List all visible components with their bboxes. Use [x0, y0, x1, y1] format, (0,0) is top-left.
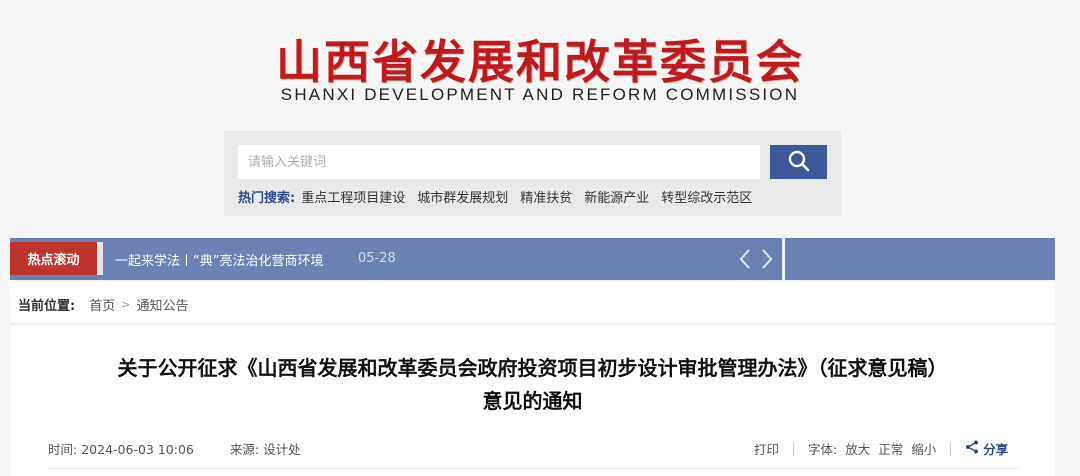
breadcrumb-current[interactable]: 通知公告 [136, 295, 188, 314]
article-source: 来源: 设计处 [230, 442, 317, 457]
chevron-left-icon[interactable] [738, 248, 752, 270]
ticker-divider [782, 238, 785, 280]
breadcrumb-bar: 当前位置: 首页 > 通知公告 [10, 282, 1055, 324]
ticker-date: 05-28 [358, 251, 396, 266]
chevron-right-icon[interactable] [760, 248, 774, 270]
font-large-button[interactable]: 放大 [845, 439, 870, 458]
breadcrumb-label: 当前位置: [18, 299, 76, 314]
breadcrumb-separator: > [121, 298, 131, 311]
time-value: 2024-06-03 10:06 [81, 442, 194, 457]
news-ticker: 热点滚动 一起来学法丨“典”亮法治化营商环境 05-28 [10, 238, 1055, 280]
search-input[interactable] [238, 145, 760, 179]
source-label: 来源: [229, 442, 260, 457]
print-button[interactable]: 打印 [754, 439, 779, 458]
breadcrumb: 当前位置: 首页 > 通知公告 [18, 295, 188, 314]
font-normal-button[interactable]: 正常 [878, 439, 903, 458]
hot-search-term[interactable]: 城市群发展规划 [417, 187, 508, 206]
meta-divider [48, 468, 1018, 469]
source-value: 设计处 [263, 442, 301, 457]
hot-search-term[interactable]: 转型综改示范区 [661, 187, 752, 206]
hot-search-term[interactable]: 精准扶贫 [520, 187, 572, 206]
tools-separator [950, 441, 952, 456]
search-button[interactable] [770, 145, 827, 179]
site-logo-title[interactable]: 山西省发展和改革委员会 [0, 26, 1080, 92]
share-icon [965, 440, 979, 457]
article-title: 关于公开征求《山西省发展和改革委员会政府投资项目初步设计审批管理办法》（征求意见… [30, 352, 1035, 418]
article-tools: 打印 字体: 放大 正常 缩小 分享 [754, 439, 1008, 458]
site-header: 山西省发展和改革委员会 SHANXI DEVELOPMENT AND REFOR… [0, 0, 1080, 240]
ticker-label: 热点滚动 [10, 242, 103, 275]
publish-time: 时间: 2024-06-03 10:06 [48, 442, 210, 457]
font-small-button[interactable]: 缩小 [911, 439, 936, 458]
article-title-line2: 意见的通知 [482, 389, 583, 413]
article-panel: 关于公开征求《山西省发展和改革委员会政府投资项目初步设计审批管理办法》（征求意见… [10, 326, 1055, 476]
share-label: 分享 [983, 442, 1009, 457]
share-button[interactable]: 分享 [965, 439, 1008, 458]
font-size-label: 字体: [808, 442, 838, 457]
hot-search-list: 热门搜索: 重点工程项目建设 城市群发展规划 精准扶贫 新能源产业 转型综改示范… [238, 187, 752, 206]
tools-separator [793, 441, 795, 456]
article-meta: 时间: 2024-06-03 10:06 来源: 设计处 [48, 439, 333, 458]
time-label: 时间: [48, 442, 78, 457]
ticker-headline[interactable]: 一起来学法丨“典”亮法治化营商环境 [115, 250, 323, 269]
hot-search-term[interactable]: 重点工程项目建设 [301, 187, 405, 206]
site-logo-subtitle: SHANXI DEVELOPMENT AND REFORM COMMISSION [280, 85, 800, 104]
hot-search-term[interactable]: 新能源产业 [584, 187, 649, 206]
hot-search-label: 热门搜索: [238, 191, 296, 206]
breadcrumb-home[interactable]: 首页 [89, 295, 115, 314]
ticker-controls [738, 248, 774, 270]
article-title-line1: 关于公开征求《山西省发展和改革委员会政府投资项目初步设计审批管理办法》（征求意见… [117, 356, 948, 380]
search-panel: 热门搜索: 重点工程项目建设 城市群发展规划 精准扶贫 新能源产业 转型综改示范… [224, 131, 841, 216]
search-icon [788, 150, 810, 175]
